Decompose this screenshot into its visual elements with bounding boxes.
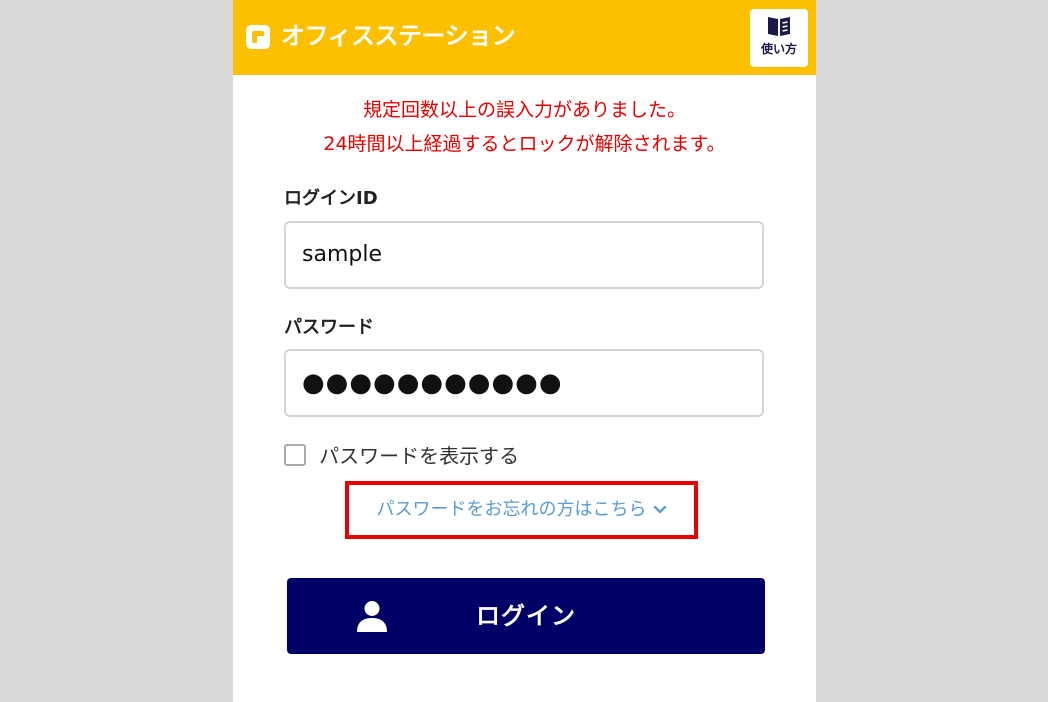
password-input[interactable]: ●●●●●●●●●●● bbox=[284, 349, 764, 417]
app-logo-icon bbox=[245, 24, 271, 50]
app-header: オフィスステーション 使い方 bbox=[233, 0, 816, 75]
forgot-password-link[interactable]: パスワードをお忘れの方はこちら bbox=[345, 481, 698, 539]
chevron-down-icon bbox=[653, 485, 667, 535]
login-button-label[interactable]: ログイン bbox=[287, 578, 765, 654]
login-id-input[interactable]: sample bbox=[284, 221, 764, 289]
login-panel: オフィスステーション 使い方 規定回数以上の誤入力がありました。 24時間以上経… bbox=[233, 0, 816, 702]
error-line-1: 規定回数以上の誤入力がありました。 bbox=[362, 99, 686, 121]
show-password-label[interactable]: パスワードを表示する bbox=[319, 440, 519, 469]
login-button[interactable]: ログイン bbox=[287, 578, 765, 654]
book-icon bbox=[750, 14, 808, 38]
help-button-label: 使い方 bbox=[760, 42, 797, 56]
password-mask: ●●●●●●●●●●● bbox=[302, 368, 563, 398]
help-button[interactable]: 使い方 bbox=[750, 9, 808, 67]
error-line-2: 24時間以上経過するとロックが解除されます。 bbox=[323, 133, 726, 155]
forgot-password-label[interactable]: パスワードをお忘れの方はこちら bbox=[377, 499, 647, 520]
password-label: パスワード bbox=[284, 317, 374, 338]
app-title: オフィスステーション bbox=[281, 22, 516, 50]
error-message: 規定回数以上の誤入力がありました。 24時間以上経過するとロックが解除されます。 bbox=[233, 93, 816, 161]
login-id-label: ログインID bbox=[284, 188, 378, 209]
show-password-toggle[interactable]: パスワードを表示する bbox=[284, 440, 519, 468]
show-password-checkbox[interactable] bbox=[284, 443, 306, 466]
